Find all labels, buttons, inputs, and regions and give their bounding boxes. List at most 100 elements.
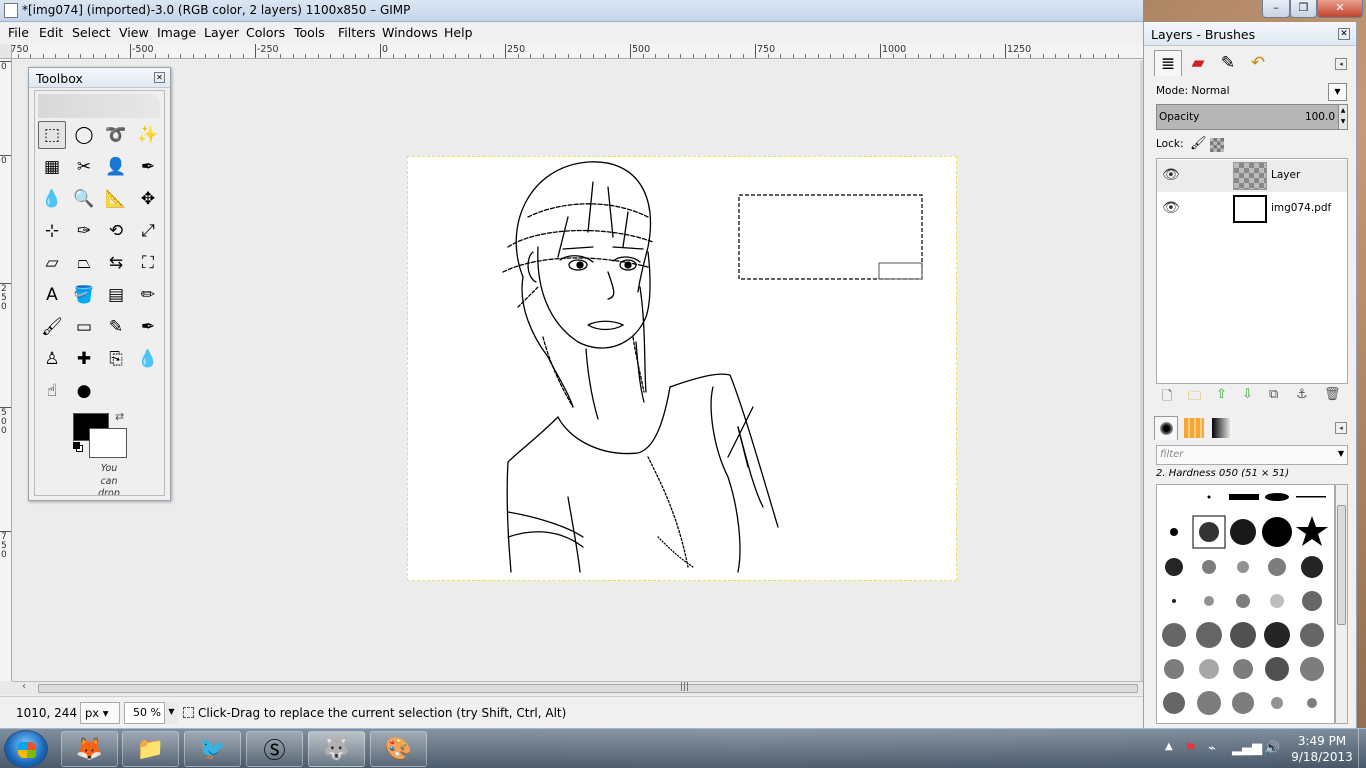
perspective-clone-tool-icon[interactable]: ⎘ [102,345,130,373]
brush-grid[interactable] [1156,484,1335,724]
visibility-eye-icon[interactable]: 👁 [1162,167,1180,183]
heal-tool-icon[interactable]: ✚ [70,345,98,373]
taskbar-button[interactable]: 📁 [122,731,179,767]
lock-alpha-icon[interactable] [1210,138,1224,152]
tab-channels[interactable]: ▰ [1184,50,1212,76]
action-center-icon[interactable]: ⚑ [1185,741,1197,756]
menu-select[interactable]: Select [72,25,111,40]
scissors-select-tool-icon[interactable]: ✂ [70,153,98,181]
dock-title-bar[interactable]: Layers - Brushes ✕ [1144,22,1356,46]
fuzzy-select-tool-icon[interactable]: ✨ [134,121,162,149]
canvas-area[interactable] [12,60,1140,681]
scroll-left-icon[interactable]: ‹ [22,681,26,692]
dock-close-button[interactable]: ✕ [1338,28,1350,40]
zoom-dropdown-icon[interactable]: ▼ [164,702,178,724]
ellipse-select-tool-icon[interactable]: ◯ [70,121,98,149]
taskbar-button[interactable]: 🐦 [184,731,241,767]
brushes-menu-icon[interactable]: ◂ [1335,422,1347,434]
tab-gradients[interactable] [1210,416,1234,440]
crop-tool-icon[interactable]: ✑ [70,217,98,245]
menu-file[interactable]: File [8,25,29,40]
network-icon[interactable]: ▂▄▆ [1232,741,1262,756]
navigate-button[interactable] [0,681,12,695]
menu-image[interactable]: Image [157,25,196,40]
ink-tool-icon[interactable]: ✒ [134,313,162,341]
align-tool-icon[interactable]: ⊹ [38,217,66,245]
shear-tool-icon[interactable]: ▱ [38,249,66,277]
clone-tool-icon[interactable]: ♙ [38,345,66,373]
horizontal-ruler[interactable]: -750-500-250025050075010001250 [12,44,1143,59]
taskbar-button[interactable]: 🐺 [308,731,365,767]
perspective-tool-icon[interactable]: ⏢ [70,249,98,277]
tab-layers[interactable]: ≣ [1154,50,1182,76]
show-hidden-icons-icon[interactable]: ▲ [1165,741,1173,752]
flip-tool-icon[interactable]: ⇆ [102,249,130,277]
background-color-swatch[interactable] [89,428,127,458]
tab-brushes[interactable] [1154,416,1178,440]
taskbar-button[interactable]: 🦊 [61,731,118,767]
start-button[interactable] [4,730,48,768]
pencil-tool-icon[interactable]: ✏ [134,281,162,309]
menu-colors[interactable]: Colors [246,25,285,40]
toolbox-title-bar[interactable]: Toolbox ✕ [29,68,170,88]
menu-tools[interactable]: Tools [294,25,325,40]
paintbrush-tool-icon[interactable]: 🖌 [38,313,66,341]
filter-dropdown-icon[interactable]: ▼ [1338,449,1344,458]
bucket-fill-tool-icon[interactable]: 🪣 [70,281,98,309]
opacity-slider[interactable]: Opacity 100.0 ▲ ▼ [1156,104,1348,130]
move-tool-icon[interactable]: ✥ [134,185,162,213]
zoom-tool-icon[interactable]: 🔍 [70,185,98,213]
usb-device-icon[interactable]: ⌁ [1208,741,1216,756]
layer-row[interactable]: 👁 img074.pdf [1157,193,1347,225]
menu-windows[interactable]: Windows [382,25,438,40]
mode-dropdown-icon[interactable]: ▼ [1328,83,1347,101]
airbrush-tool-icon[interactable]: ✎ [102,313,130,341]
smudge-tool-icon[interactable]: ☝ [38,377,66,405]
rotate-tool-icon[interactable]: ⟲ [102,217,130,245]
clock-time[interactable]: 3:49 PM [1287,734,1357,748]
lower-layer-icon[interactable]: ⇩ [1242,387,1253,402]
eraser-tool-icon[interactable]: ▭ [70,313,98,341]
clock-date[interactable]: 9/18/2013 [1287,750,1357,764]
taskbar-button[interactable]: 🎨 [370,731,427,767]
toolbox-close-button[interactable]: ✕ [154,72,165,83]
blur-sharpen-tool-icon[interactable]: 💧 [134,345,162,373]
show-desktop-button[interactable] [1358,729,1366,768]
wilber-drop-area[interactable] [38,94,160,118]
mode-selector[interactable]: Mode: Normal ▼ [1156,83,1347,101]
dock-menu-icon[interactable]: ◂ [1335,58,1347,70]
scale-tool-icon[interactable]: ⤢ [134,217,162,245]
close-button[interactable]: ✕ [1317,0,1363,18]
visibility-eye-icon[interactable]: 👁 [1162,200,1180,216]
tab-undo-history[interactable]: ↶ [1244,50,1272,76]
horizontal-scrollbar[interactable]: ‹ ||| [12,681,1143,695]
brush-filter-input[interactable]: filter ▼ [1156,445,1348,465]
scrollbar-thumb[interactable] [38,684,1138,693]
image-canvas[interactable] [407,156,957,581]
new-layer-group-icon[interactable]: 🗀 [1188,387,1201,409]
text-tool-icon[interactable]: A [38,281,66,309]
anchor-layer-icon[interactable]: ⚓ [1296,387,1308,402]
select-by-color-tool-icon[interactable]: ▦ [38,153,66,181]
tab-patterns[interactable] [1182,416,1206,440]
swap-colors-icon[interactable]: ⇄ [115,410,124,423]
menu-view[interactable]: View [119,25,149,40]
duplicate-layer-icon[interactable]: ⧉ [1269,387,1278,402]
menu-edit[interactable]: Edit [39,25,63,40]
free-select-tool-icon[interactable]: ➰ [102,121,130,149]
brush-scrollbar[interactable] [1335,484,1348,724]
dodge-burn-tool-icon[interactable]: ● [70,377,98,405]
tab-paths[interactable]: ✎ [1214,50,1242,76]
ruler-corner[interactable] [0,44,12,59]
color-picker-tool-icon[interactable]: 💧 [38,185,66,213]
brush-scrollbar-thumb[interactable] [1337,505,1346,625]
vertical-ruler[interactable]: 0 0 250 500 750 [0,59,12,681]
taskbar-button[interactable]: Ⓢ [246,731,303,767]
delete-layer-icon[interactable]: 🗑 [1324,387,1341,402]
minimize-button[interactable]: – [1262,0,1290,18]
volume-icon[interactable]: 🔊 [1264,741,1280,756]
blend-tool-icon[interactable]: ▤ [102,281,130,309]
menu-layer[interactable]: Layer [204,25,239,40]
opacity-spinner[interactable]: ▲ ▼ [1338,105,1347,129]
layer-row[interactable]: 👁 Layer [1157,160,1347,192]
